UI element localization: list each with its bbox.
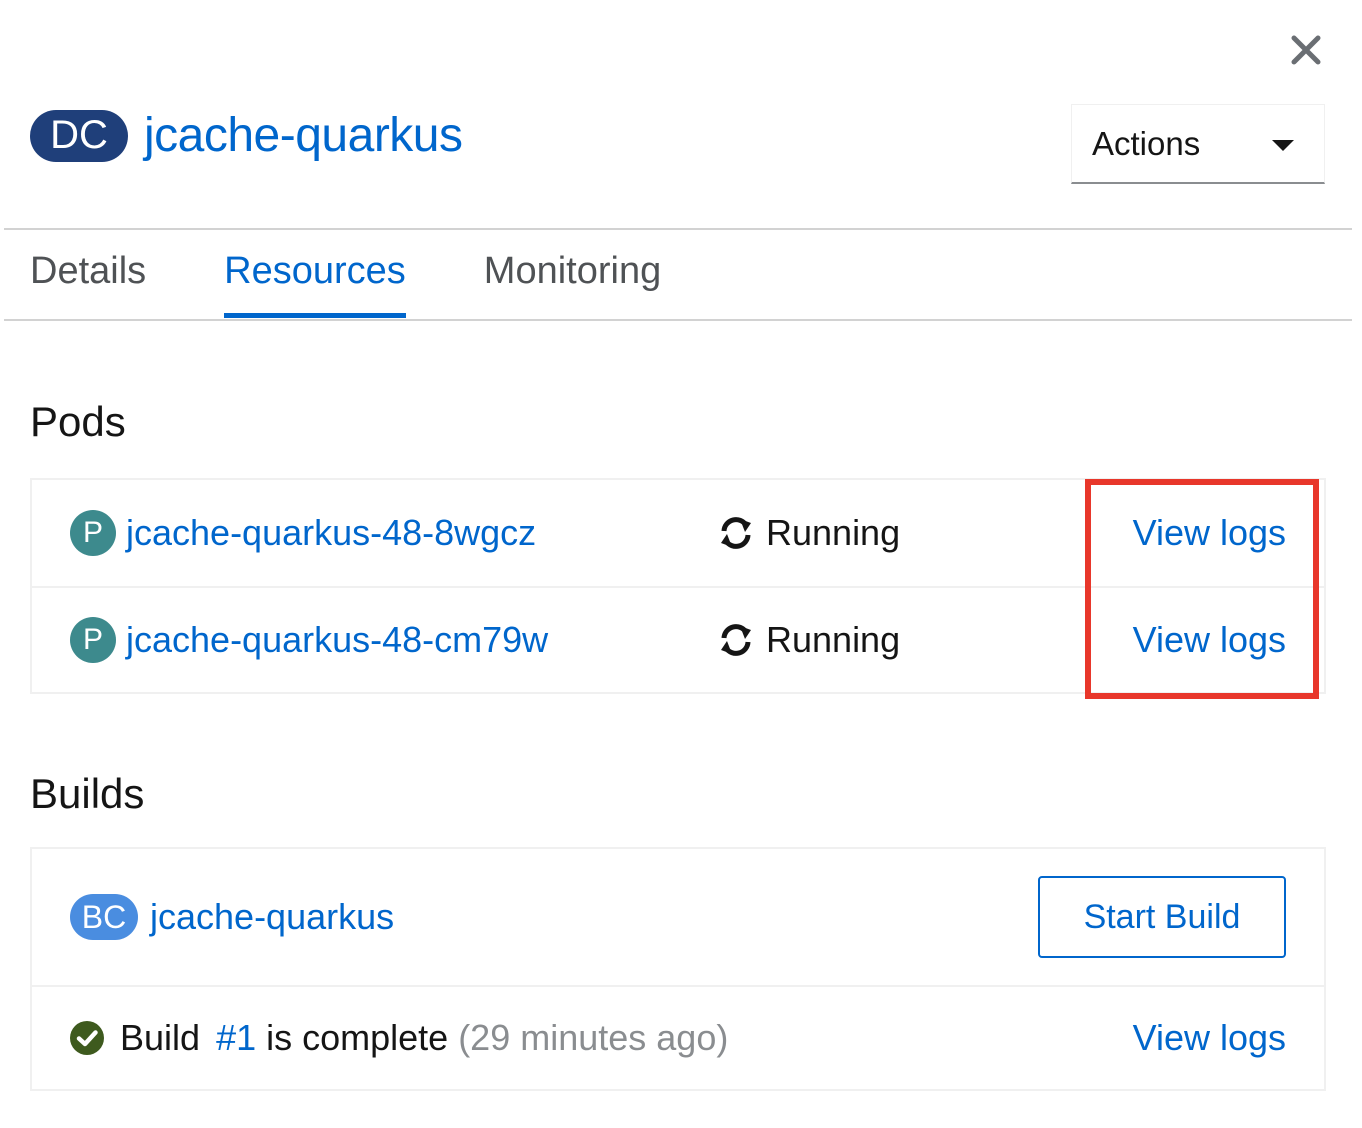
build-config-row: BC jcache-quarkus Start Build [32,849,1324,985]
build-prefix: Build [120,1017,201,1058]
caret-down-icon [1272,139,1294,151]
status-label: Running [766,512,901,553]
pod-name: P jcache-quarkus-48-8wgcz [70,510,536,556]
build-row: Build #1 is complete (29 minutes ago) Vi… [32,985,1324,1089]
pods-list: P jcache-quarkus-48-8wgcz Running View l… [30,478,1326,694]
build-number-link[interactable]: #1 [216,1017,256,1059]
tab-monitoring[interactable]: Monitoring [484,230,661,318]
tab-resources[interactable]: Resources [224,230,406,318]
pods-heading: Pods [30,398,126,445]
side-panel: DC jcache-quarkus Actions Details Resour… [0,0,1362,1128]
sync-icon [721,517,751,549]
pod-status: Running [718,619,900,661]
build-config-link[interactable]: jcache-quarkus [150,896,394,938]
pod-badge: P [70,617,116,663]
tabs-divider [4,319,1352,321]
build-status-text: is complete [266,1017,449,1058]
pod-name: P jcache-quarkus-48-cm79w [70,617,548,663]
build-timestamp: (29 minutes ago) [458,1017,729,1058]
sync-icon [721,624,751,656]
pod-status: Running [718,512,900,554]
view-logs-link[interactable]: View logs [1133,1017,1286,1059]
list-item: P jcache-quarkus-48-cm79w Running View l… [32,586,1324,692]
actions-label: Actions [1092,124,1201,162]
close-icon [1291,35,1321,65]
list-item: P jcache-quarkus-48-8wgcz Running View l… [32,480,1324,586]
view-logs-link[interactable]: View logs [1133,512,1286,554]
dc-badge: DC [30,109,128,162]
view-logs-link[interactable]: View logs [1133,619,1286,661]
build-status: Build #1 is complete (29 minutes ago) [70,1017,728,1059]
builds-list: BC jcache-quarkus Start Build Build #1 i… [30,847,1326,1091]
builds-heading: Builds [30,770,145,817]
pod-link[interactable]: jcache-quarkus-48-8wgcz [126,512,536,554]
resource-title-link[interactable]: jcache-quarkus [144,108,463,163]
tab-details[interactable]: Details [30,230,146,318]
close-button[interactable] [1286,30,1326,70]
pod-badge: P [70,510,116,556]
panel-header: DC jcache-quarkus [30,108,463,163]
pod-link[interactable]: jcache-quarkus-48-cm79w [126,619,548,661]
start-build-button[interactable]: Start Build [1038,876,1286,958]
status-label: Running [766,619,901,660]
check-circle-icon [70,1021,104,1055]
actions-dropdown[interactable]: Actions [1071,104,1325,184]
bc-badge: BC [70,894,138,940]
build-config-name: BC jcache-quarkus [70,894,394,940]
tab-bar: Details Resources Monitoring [30,230,661,320]
